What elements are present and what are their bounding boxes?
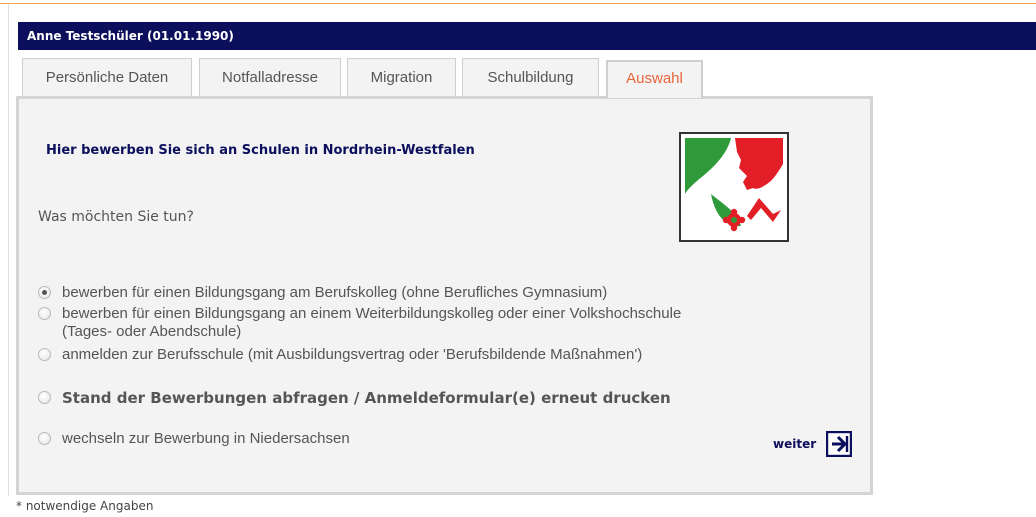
nrw-coat-of-arms-icon xyxy=(679,132,789,242)
option-niedersachsen-label[interactable]: wechseln zur Bewerbung in Niedersachsen xyxy=(62,431,350,447)
radio-weiterbildungskolleg[interactable] xyxy=(38,307,51,320)
radio-stand-bewerbungen[interactable] xyxy=(38,391,51,404)
tab-schulbildung[interactable]: Schulbildung xyxy=(462,58,599,96)
option-weiterbildungskolleg-label[interactable]: bewerben für einen Bildungsgang an einem… xyxy=(62,306,681,322)
tab-persoenliche-daten[interactable]: Persönliche Daten xyxy=(22,58,192,96)
radio-berufskolleg[interactable] xyxy=(38,286,51,299)
radio-niedersachsen[interactable] xyxy=(38,432,51,445)
applicant-title-bar: Anne Testschüler (01.01.1990) xyxy=(18,22,1036,50)
option-stand-bewerbungen-label[interactable]: Stand der Bewerbungen abfragen / Anmelde… xyxy=(62,390,671,406)
tab-auswahl[interactable]: Auswahl xyxy=(606,60,703,98)
option-berufskolleg-label[interactable]: bewerben für einen Bildungsgang am Beruf… xyxy=(62,285,607,301)
question-label: Was möchten Sie tun? xyxy=(38,209,194,225)
tab-migration[interactable]: Migration xyxy=(347,58,456,96)
panel-headline: Hier bewerben Sie sich an Schulen in Nor… xyxy=(46,143,475,158)
tab-notfalladresse[interactable]: Notfalladresse xyxy=(199,58,341,96)
left-divider xyxy=(8,4,9,496)
required-fields-note: * notwendige Angaben xyxy=(16,499,154,513)
arrow-right-icon[interactable] xyxy=(825,430,853,458)
top-divider xyxy=(0,3,1036,4)
option-berufsschule-label[interactable]: anmelden zur Berufsschule (mit Ausbildun… xyxy=(62,347,642,363)
radio-berufsschule[interactable] xyxy=(38,348,51,361)
option-weiterbildungskolleg-label-2[interactable]: (Tages- oder Abendschule) xyxy=(62,324,241,340)
next-button-label[interactable]: weiter xyxy=(773,437,816,451)
